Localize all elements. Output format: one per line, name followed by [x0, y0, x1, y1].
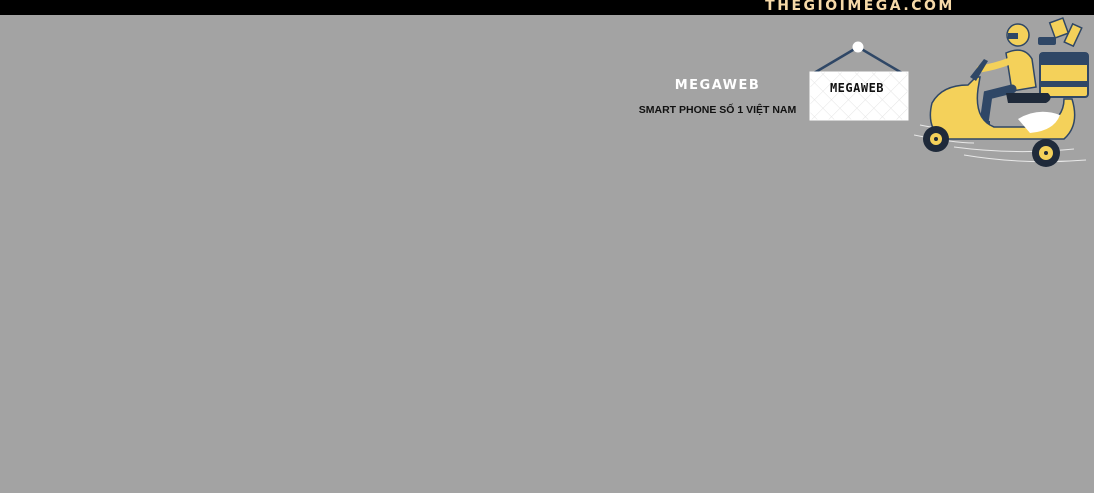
page: THEGIOIMEGA.COM MEGAWEB SMART PHONE SỐ 1… — [0, 0, 1094, 493]
brand-title: MEGAWEB — [674, 78, 761, 93]
delivery-scooter-illustration — [913, 15, 1092, 170]
hanging-sign-illustration: MEGAWEB — [806, 40, 912, 124]
site-name-link[interactable]: THEGIOIMEGA.COM — [760, 0, 960, 14]
brand-block: MEGAWEB SMART PHONE SỐ 1 VIỆT NAM — [625, 78, 810, 117]
sign-label: MEGAWEB — [829, 81, 885, 95]
scooter-rider-icon — [913, 17, 1089, 167]
top-bar: THEGIOIMEGA.COM — [0, 0, 1094, 15]
brand-subtitle: SMART PHONE SỐ 1 VIỆT NAM — [638, 104, 797, 116]
